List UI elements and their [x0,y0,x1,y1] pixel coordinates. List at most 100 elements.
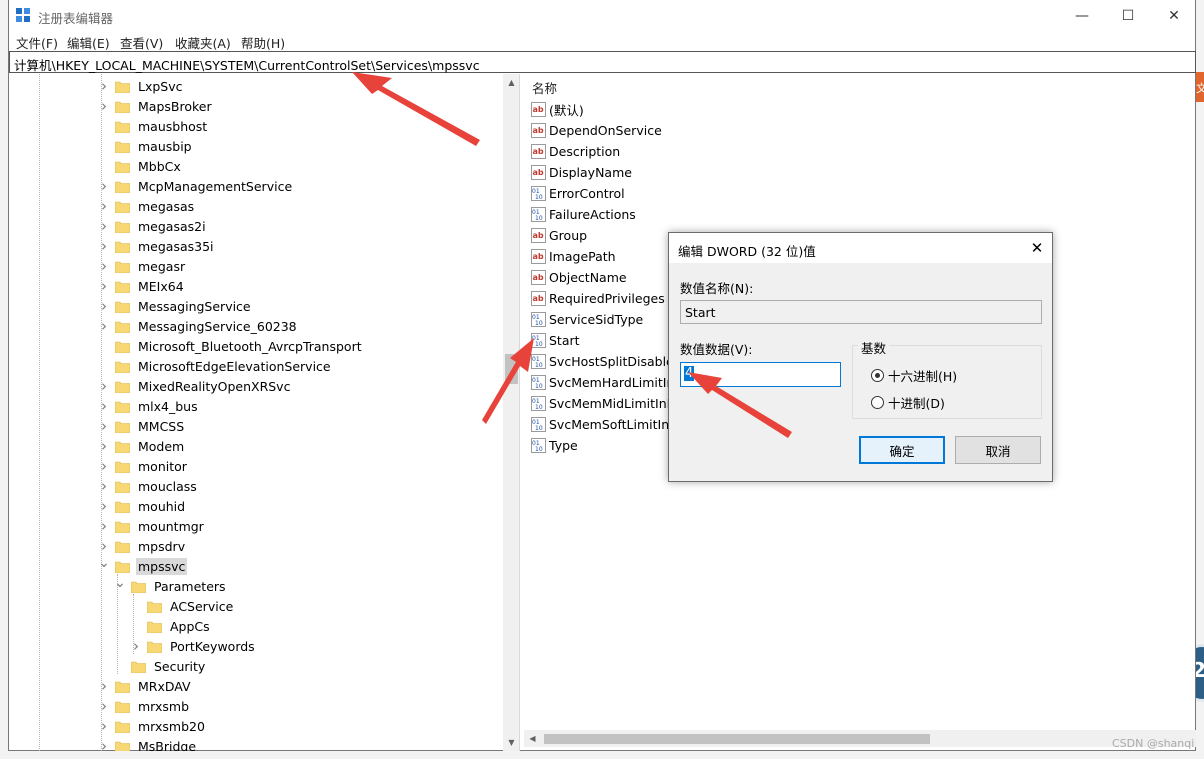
tree-item[interactable]: › mrxsmb [97,696,191,716]
chevron-right-icon[interactable]: › [97,77,111,95]
value-row[interactable]: ab Group [531,225,587,246]
dec-radio[interactable] [871,396,884,409]
tree-item[interactable]: › MessagingService [97,296,253,316]
values-horizontal-scrollbar[interactable]: ◀ [524,730,1196,747]
value-row[interactable]: 01 10 Type [531,435,578,456]
value-row[interactable]: 01 10 Start [531,330,580,351]
tree-item[interactable]: › MEIx64 [97,276,186,296]
tree-item[interactable]: › MsBridge [97,736,198,751]
value-row[interactable]: ab ImagePath [531,246,616,267]
chevron-right-icon[interactable]: › [97,97,111,115]
tree-item[interactable]: › megasas2i [97,216,208,236]
scroll-down-icon[interactable]: ▼ [503,734,519,751]
tree-item[interactable]: › mountmgr [97,516,206,536]
tree-item[interactable]: mausbip [97,136,194,156]
scroll-thumb[interactable] [544,734,930,744]
value-row[interactable]: ab Description [531,141,620,162]
value-row[interactable]: 01 10 SvcMemSoftLimitInM [531,414,680,435]
tree-item[interactable]: MicrosoftEdgeElevationService [97,356,333,376]
tree-item[interactable]: mausbhost [97,116,209,136]
maximize-button[interactable]: ☐ [1105,0,1151,31]
chevron-down-icon[interactable]: ⌄ [113,575,127,591]
tree-item[interactable]: › Modem [97,436,186,456]
tree-item[interactable]: Security [113,656,207,676]
chevron-right-icon[interactable]: › [97,417,111,435]
hex-radio-option[interactable]: 十六进制(H) [871,366,957,385]
chevron-right-icon[interactable]: › [97,217,111,235]
value-data-input[interactable]: 4 [680,362,841,387]
menu-view[interactable]: 查看(V) [120,33,163,52]
tree-vertical-scrollbar[interactable]: ▲ ▼ [503,74,519,751]
chevron-right-icon[interactable]: › [97,297,111,315]
tree-item[interactable]: › megasr [97,256,187,276]
tree-item[interactable]: › LxpSvc [97,76,185,96]
scroll-left-icon[interactable]: ◀ [524,730,541,747]
tree-item[interactable]: › MMCSS [97,416,186,436]
chevron-right-icon[interactable]: › [97,517,111,535]
chevron-right-icon[interactable]: › [97,717,111,735]
chevron-right-icon[interactable]: › [97,277,111,295]
menu-file[interactable]: 文件(F) [16,33,58,52]
chevron-right-icon[interactable]: › [97,677,111,695]
ok-button[interactable]: 确定 [859,436,945,464]
tree-item[interactable]: › mouclass [97,476,199,496]
tree-item[interactable]: › megasas35i [97,236,216,256]
tree-item[interactable]: › mouhid [97,496,187,516]
dialog-close-button[interactable]: ✕ [1022,233,1052,263]
chevron-down-icon[interactable]: ⌄ [97,555,111,571]
chevron-right-icon[interactable]: › [97,397,111,415]
close-button[interactable]: ✕ [1151,0,1197,31]
minimize-button[interactable]: — [1059,0,1105,31]
tree-item[interactable]: › PortKeywords [129,636,257,656]
tree-item[interactable]: ACService [129,596,235,616]
tree-item[interactable]: ⌄ mpssvc [97,555,188,576]
tree-item[interactable]: MbbCx [97,156,183,176]
tree-item[interactable]: AppCs [129,616,212,636]
value-row[interactable]: 01 10 ErrorControl [531,183,625,204]
address-bar[interactable]: 计算机\HKEY_LOCAL_MACHINE\SYSTEM\CurrentCon… [9,51,1196,73]
menu-edit[interactable]: 编辑(E) [67,33,110,52]
chevron-right-icon[interactable]: › [129,637,143,655]
tree-item[interactable]: › McpManagementService [97,176,294,196]
tree-item[interactable]: › mrxsmb20 [97,716,207,736]
chevron-right-icon[interactable]: › [97,697,111,715]
value-row[interactable]: 01 10 SvcHostSplitDisable [531,351,674,372]
tree-item[interactable]: ⌄ Parameters [113,575,228,596]
value-row[interactable]: 01 10 FailureActions [531,204,636,225]
chevron-right-icon[interactable]: › [97,737,111,751]
chevron-right-icon[interactable]: › [97,477,111,495]
menu-favorites[interactable]: 收藏夹(A) [175,33,231,52]
value-row[interactable]: ab (默认) [531,99,584,120]
chevron-right-icon[interactable]: › [97,377,111,395]
tree-item[interactable]: › MRxDAV [97,676,193,696]
chevron-right-icon[interactable]: › [97,257,111,275]
hex-radio[interactable] [871,369,884,382]
dec-radio-option[interactable]: 十进制(D) [871,393,945,412]
scroll-thumb[interactable] [505,354,518,384]
tree-item[interactable]: Microsoft_Bluetooth_AvrcpTransport [97,336,364,356]
scroll-up-icon[interactable]: ▲ [503,74,519,91]
column-header-name[interactable]: 名称 [524,78,1196,98]
menu-help[interactable]: 帮助(H) [241,33,285,52]
tree-item[interactable]: › MapsBroker [97,96,214,116]
chevron-right-icon[interactable]: › [97,197,111,215]
value-row[interactable]: ab RequiredPrivileges [531,288,665,309]
tree-item[interactable]: › MessagingService_60238 [97,316,299,336]
value-row[interactable]: ab ObjectName [531,267,627,288]
value-row[interactable]: 01 10 SvcMemMidLimitInM [531,393,677,414]
chevron-right-icon[interactable]: › [97,237,111,255]
chevron-right-icon[interactable]: › [97,317,111,335]
chevron-right-icon[interactable]: › [97,457,111,475]
value-row[interactable]: 01 10 ServiceSidType [531,309,643,330]
value-row[interactable]: 01 10 SvcMemHardLimitInM [531,372,685,393]
tree-item[interactable]: › monitor [97,456,189,476]
chevron-right-icon[interactable]: › [97,177,111,195]
value-row[interactable]: ab DisplayName [531,162,632,183]
tree-item[interactable]: › mlx4_bus [97,396,200,416]
cancel-button[interactable]: 取消 [955,436,1041,464]
tree-item[interactable]: › MixedRealityOpenXRSvc [97,376,292,396]
chevron-right-icon[interactable]: › [97,437,111,455]
value-row[interactable]: ab DependOnService [531,120,662,141]
chevron-right-icon[interactable]: › [97,497,111,515]
tree-item[interactable]: › megasas [97,196,196,216]
